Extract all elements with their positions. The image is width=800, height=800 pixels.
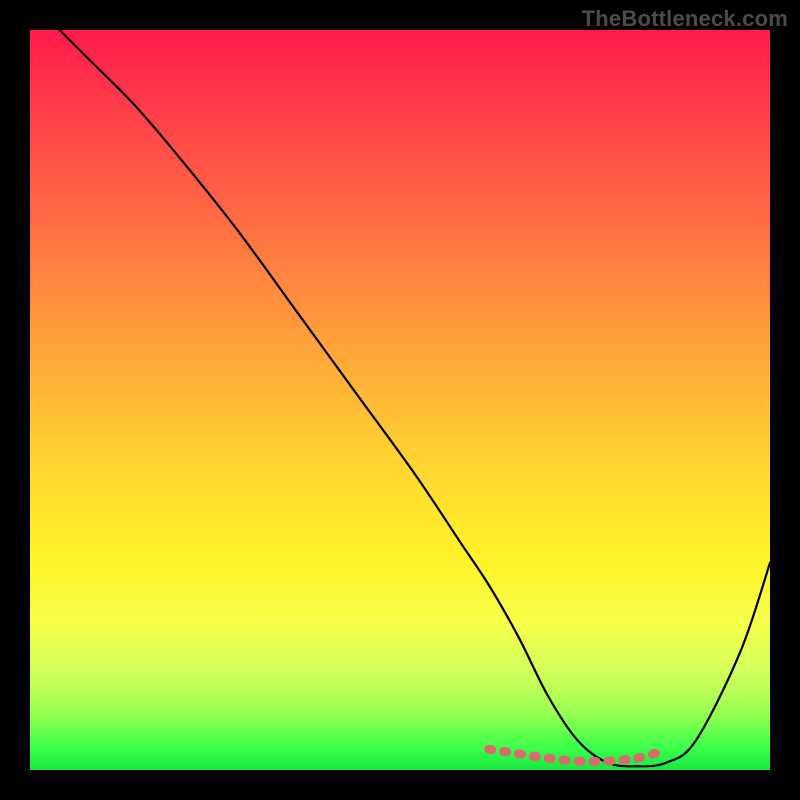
curve-layer [30, 30, 770, 770]
bottleneck-curve [60, 30, 770, 766]
watermark-text: TheBottleneck.com [582, 6, 788, 32]
optimal-flat-band [489, 749, 659, 761]
plot-area [30, 30, 770, 770]
chart-frame: TheBottleneck.com [0, 0, 800, 800]
